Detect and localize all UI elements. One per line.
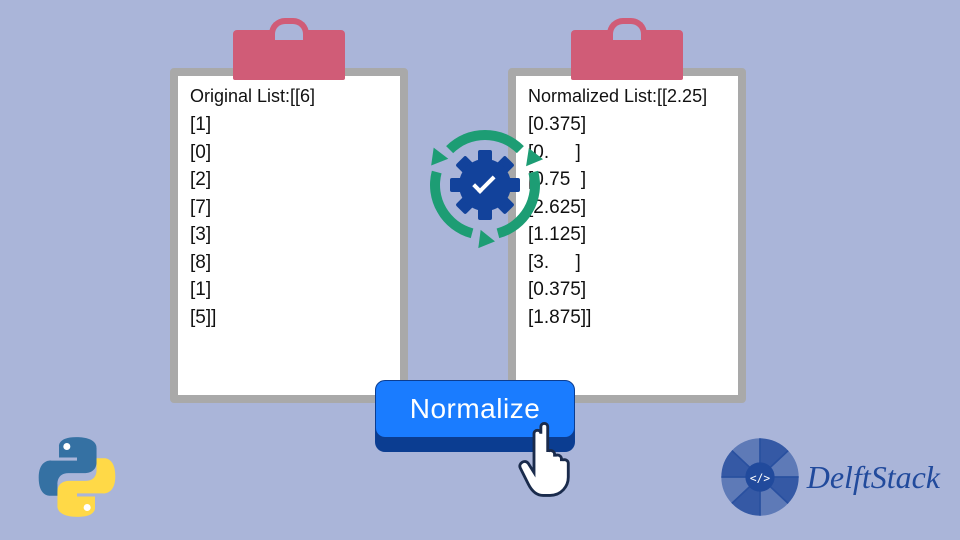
original-title: Original List:[[6] <box>190 86 388 107</box>
list-item: [2.625] <box>528 194 726 222</box>
list-item: [1] <box>190 276 388 304</box>
list-item: [1.875]] <box>528 304 726 332</box>
delftstack-mandala-icon: </> <box>717 434 803 520</box>
list-item: [7] <box>190 194 388 222</box>
clipboard-clip <box>233 30 345 80</box>
list-item: [2] <box>190 166 388 194</box>
list-item: [3] <box>190 221 388 249</box>
list-item: [0. ] <box>528 139 726 167</box>
list-item: [8] <box>190 249 388 277</box>
list-item: [0.375] <box>528 111 726 139</box>
normalized-title: Normalized List:[[2.25] <box>528 86 726 107</box>
python-logo-icon <box>34 434 120 520</box>
list-item: [5]] <box>190 304 388 332</box>
original-board: Original List:[[6] [1] [0] [2] [7] [3] [… <box>170 68 408 403</box>
original-clipboard: Original List:[[6] [1] [0] [2] [7] [3] [… <box>170 30 408 400</box>
svg-text:</>: </> <box>750 472 770 485</box>
clipboard-clip <box>571 30 683 80</box>
list-item: [1.125] <box>528 221 726 249</box>
delftstack-brand: </> DelftStack <box>717 434 940 520</box>
gear-icon <box>453 153 517 217</box>
delftstack-text: DelftStack <box>807 459 940 496</box>
normalize-button[interactable]: Normalize <box>375 380 575 450</box>
list-item: [0] <box>190 139 388 167</box>
list-item: [1] <box>190 111 388 139</box>
click-pointer-icon <box>515 420 585 500</box>
list-item: [0.75 ] <box>528 166 726 194</box>
list-item: [0.375] <box>528 276 726 304</box>
list-item: [3. ] <box>528 249 726 277</box>
sync-gear-icon <box>425 125 545 245</box>
